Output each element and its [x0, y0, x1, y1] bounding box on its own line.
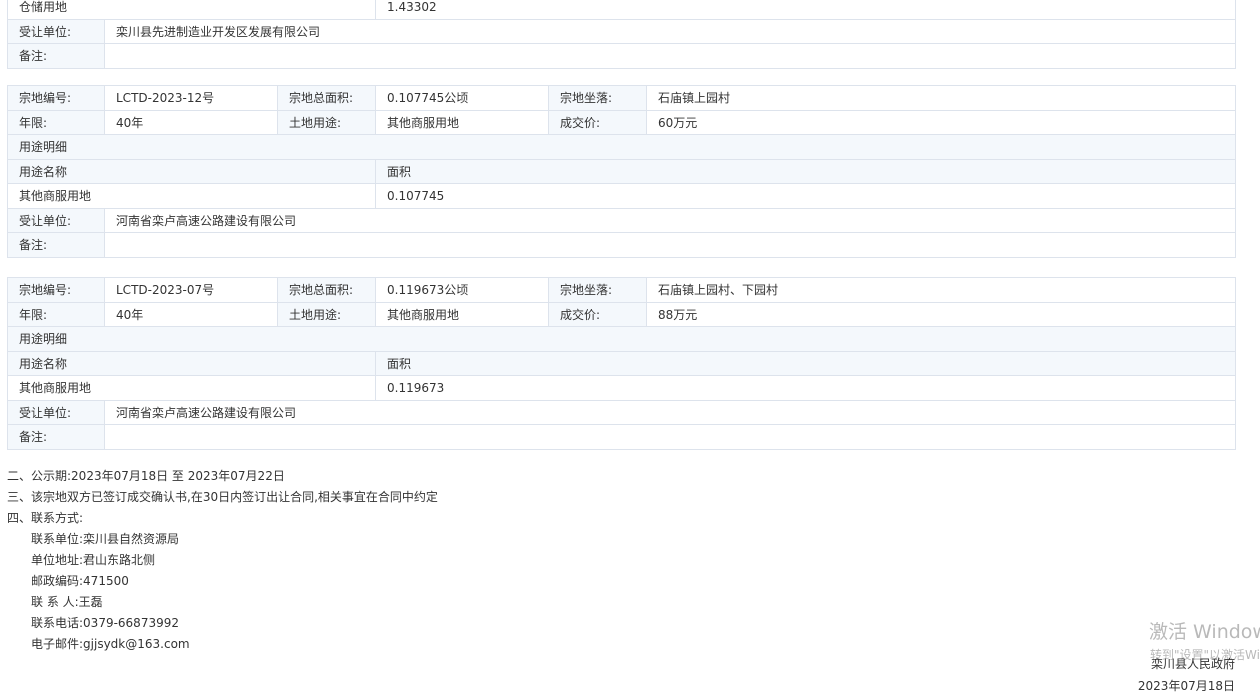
contact-unit: 联系单位:栾川县自然资源局 [31, 532, 180, 546]
table-row: 用途名称 面积 [7, 158, 1236, 184]
usage-name-cell: 仓储用地 [6, 0, 377, 20]
table-row: 备注: [7, 232, 1236, 258]
table-row: 受让单位: 栾川县先进制造业开发区发展有限公司 [7, 18, 1237, 44]
usage-name-cell: 其他商服用地 [7, 183, 376, 209]
usage-area-cell: 0.119673 [375, 375, 1236, 401]
usage-name-cell: 其他商服用地 [7, 375, 376, 401]
remark-value [104, 232, 1236, 258]
term-value: 40年 [104, 301, 278, 327]
parcel-table-1: 宗地编号: LCTD-2023-12号 宗地总面积: 0.107745公顷 宗地… [7, 85, 1236, 258]
usage-detail-title: 用途明细 [7, 326, 1236, 352]
land-use-value: 其他商服用地 [375, 301, 549, 327]
usage-area-cell: 0.107745 [375, 183, 1236, 209]
usage-area-cell: 1.43302 [375, 0, 1237, 20]
signature-org: 栾川县人民政府 [1150, 657, 1235, 671]
location-label: 宗地坐落: [548, 85, 647, 111]
signature-date: 2023年07月18日 [1137, 679, 1235, 693]
table-row: 其他商服用地 0.119673 [7, 375, 1236, 401]
table-row: 受让单位: 河南省栾卢高速公路建设有限公司 [7, 207, 1236, 233]
total-area-label: 宗地总面积: [277, 277, 376, 303]
contract-note: 三、该宗地双方已签订成交确认书,在30日内签订出让合同,相关事宜在合同中约定 [7, 490, 438, 504]
table-row: 备注: [7, 43, 1237, 69]
land-use-value: 其他商服用地 [375, 109, 549, 135]
term-label: 年限: [7, 301, 105, 327]
land-use-label: 土地用途: [277, 109, 376, 135]
table-row: 宗地编号: LCTD-2023-07号 宗地总面积: 0.119673公顷 宗地… [7, 277, 1236, 303]
table-row: 其他商服用地 0.107745 [7, 183, 1236, 209]
announcement-notes: 二、公示期:2023年07月18日 至 2023年07月22日 三、该宗地双方已… [7, 466, 438, 655]
publicity-period: 二、公示期:2023年07月18日 至 2023年07月22日 [7, 469, 285, 483]
price-value: 88万元 [646, 301, 1236, 327]
price-value: 60万元 [646, 109, 1236, 135]
table-row: 用途明细 [7, 326, 1236, 352]
remark-value [104, 424, 1236, 450]
table-row: 宗地编号: LCTD-2023-12号 宗地总面积: 0.107745公顷 宗地… [7, 85, 1236, 111]
parcel-id-value: LCTD-2023-12号 [104, 85, 278, 111]
table-row: 备注: [7, 424, 1236, 450]
table-row: 用途名称 面积 [7, 350, 1236, 376]
assignee-label: 受让单位: [7, 207, 105, 233]
contact-phone: 联系电话:0379-66873992 [31, 616, 179, 630]
assignee-value: 栾川县先进制造业开发区发展有限公司 [103, 18, 1237, 44]
land-use-label: 土地用途: [277, 301, 376, 327]
table-row: 受让单位: 河南省栾卢高速公路建设有限公司 [7, 399, 1236, 425]
location-value: 石庙镇上园村、下园村 [646, 277, 1236, 303]
location-label: 宗地坐落: [548, 277, 647, 303]
term-label: 年限: [7, 109, 105, 135]
activation-watermark-title: 激活 Windows [1149, 621, 1260, 643]
location-value: 石庙镇上园村 [646, 85, 1236, 111]
assignee-value: 河南省栾卢高速公路建设有限公司 [104, 207, 1236, 233]
usage-name-header: 用途名称 [7, 158, 376, 184]
assignee-label: 受让单位: [7, 399, 105, 425]
price-label: 成交价: [548, 301, 647, 327]
total-area-label: 宗地总面积: [277, 85, 376, 111]
total-area-value: 0.119673公顷 [375, 277, 549, 303]
term-value: 40年 [104, 109, 278, 135]
total-area-value: 0.107745公顷 [375, 85, 549, 111]
parcel-id-label: 宗地编号: [7, 277, 105, 303]
table-row: 年限: 40年 土地用途: 其他商服用地 成交价: 60万元 [7, 109, 1236, 135]
remark-label: 备注: [7, 43, 105, 69]
contact-address: 单位地址:君山东路北侧 [31, 553, 156, 567]
remark-value [103, 43, 1237, 69]
usage-area-header: 面积 [375, 350, 1236, 376]
remark-label: 备注: [7, 424, 105, 450]
remark-label: 备注: [7, 232, 105, 258]
assignee-value: 河南省栾卢高速公路建设有限公司 [104, 399, 1236, 425]
table-row: 仓储用地 1.43302 [6, 0, 1237, 20]
table-row: 用途明细 [7, 134, 1236, 160]
assignee-label: 受让单位: [7, 18, 105, 44]
contact-postcode: 邮政编码:471500 [31, 574, 129, 588]
contact-title: 四、联系方式: [7, 511, 84, 525]
parcel-table-2: 宗地编号: LCTD-2023-07号 宗地总面积: 0.119673公顷 宗地… [7, 277, 1236, 450]
usage-detail-title: 用途明细 [7, 134, 1236, 160]
contact-person: 联 系 人:王磊 [31, 595, 103, 609]
parcel-id-label: 宗地编号: [7, 85, 105, 111]
price-label: 成交价: [548, 109, 647, 135]
usage-name-header: 用途名称 [7, 350, 376, 376]
parcel-table-previous: 仓储用地 1.43302 受让单位: 栾川县先进制造业开发区发展有限公司 备注: [6, 0, 1237, 69]
usage-area-header: 面积 [375, 158, 1236, 184]
parcel-id-value: LCTD-2023-07号 [104, 277, 278, 303]
table-row: 年限: 40年 土地用途: 其他商服用地 成交价: 88万元 [7, 301, 1236, 327]
contact-email: 电子邮件:gjjsydk@163.com [31, 637, 190, 651]
